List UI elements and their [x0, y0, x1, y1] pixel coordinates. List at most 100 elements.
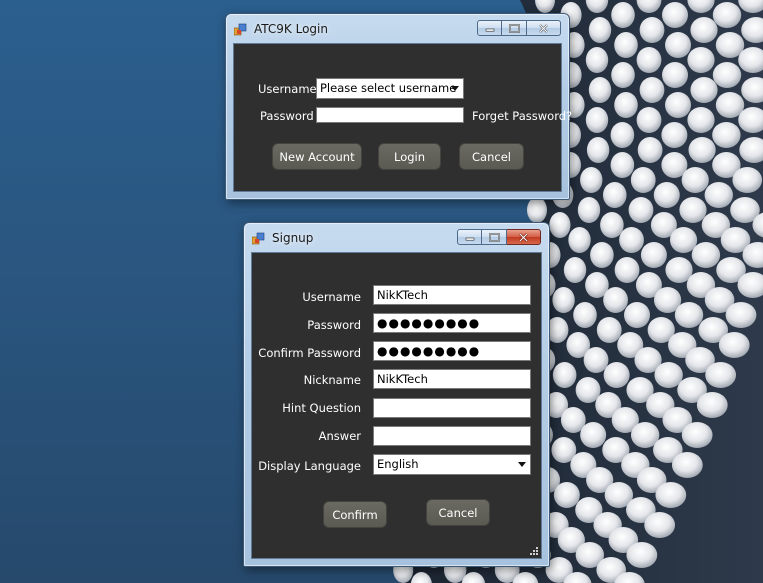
- confirm-button[interactable]: Confirm: [323, 501, 387, 528]
- login-button[interactable]: Login: [378, 143, 441, 170]
- password-field[interactable]: [316, 107, 464, 123]
- signup-restore-button[interactable]: [482, 229, 507, 245]
- forget-password-link[interactable]: Forget Password?: [472, 109, 572, 123]
- wallpaper-disc: [690, 17, 718, 43]
- wallpaper-disc: [603, 362, 630, 388]
- wallpaper-disc: [679, 197, 707, 223]
- signup-username-field[interactable]: NikKTech: [373, 285, 531, 305]
- display-language-dropdown[interactable]: English: [373, 454, 531, 475]
- signup-password-field[interactable]: ●●●●●●●●●: [373, 313, 531, 333]
- wallpaper-disc: [712, 2, 742, 28]
- app-icon: [234, 23, 247, 36]
- restore-icon: [508, 23, 520, 33]
- wallpaper-disc: [690, 77, 718, 103]
- wallpaper-disc: [585, 47, 609, 73]
- display-language-label: Display Language: [258, 459, 361, 473]
- signup-minimize-button[interactable]: [457, 229, 482, 245]
- wallpaper-disc: [553, 482, 580, 508]
- nickname-label: Nickname: [303, 373, 361, 387]
- answer-field[interactable]: [373, 426, 531, 446]
- username-label: Username: [258, 82, 317, 96]
- signup-caption-buttons: [457, 229, 541, 246]
- wallpaper-disc: [653, 182, 680, 208]
- wallpaper-disc: [640, 242, 667, 268]
- wallpaper-disc: [681, 167, 709, 193]
- wallpaper-disc: [655, 482, 687, 508]
- signup-cancel-button[interactable]: Cancel: [426, 499, 490, 526]
- login-window: ATC9K Login Username Please select usern…: [225, 13, 572, 200]
- signup-username-label: Username: [302, 290, 361, 304]
- wallpaper-disc: [705, 362, 737, 388]
- hint-question-label: Hint Question: [282, 401, 361, 415]
- confirm-password-label: Confirm Password: [258, 346, 361, 360]
- wallpaper-disc: [552, 287, 575, 313]
- wallpaper-disc: [712, 122, 741, 148]
- wallpaper-disc: [614, 257, 640, 283]
- minimize-icon: [465, 237, 474, 241]
- restore-icon: [488, 232, 500, 242]
- login-cancel-button[interactable]: Cancel: [459, 143, 524, 170]
- wallpaper-disc: [563, 257, 587, 283]
- wallpaper-disc: [671, 452, 703, 478]
- wallpaper-disc: [665, 32, 691, 58]
- confirm-password-field[interactable]: ●●●●●●●●●: [373, 341, 531, 361]
- signup-window-title: Signup: [272, 231, 314, 245]
- close-icon: [519, 232, 528, 242]
- wallpaper-disc: [568, 227, 591, 253]
- dropdown-arrow-icon: [451, 86, 459, 91]
- hint-question-field[interactable]: [373, 398, 531, 418]
- new-account-button[interactable]: New Account: [272, 143, 362, 170]
- wallpaper-disc: [614, 32, 638, 58]
- wallpaper-disc: [585, 107, 609, 133]
- wallpaper-disc: [639, 77, 665, 103]
- wallpaper-disc: [586, 137, 610, 163]
- login-title-bar[interactable]: ATC9K Login: [226, 14, 569, 42]
- wallpaper-disc: [588, 17, 612, 43]
- signup-client-area: Username NikKTech Password ●●●●●●●●● Con…: [251, 252, 542, 559]
- wallpaper-disc: [628, 197, 654, 223]
- signup-window: Signup Username NikKTech Password ●●●●●●…: [243, 222, 550, 567]
- close-icon: [539, 23, 548, 33]
- wallpaper-disc: [577, 197, 601, 223]
- wallpaper-disc: [691, 242, 721, 268]
- wallpaper-disc: [681, 422, 713, 448]
- wallpaper-disc: [712, 62, 742, 88]
- login-close-button[interactable]: [527, 20, 561, 36]
- signup-close-button[interactable]: [507, 229, 541, 245]
- wallpaper-disc: [580, 422, 607, 448]
- wallpaper-disc: [636, 107, 662, 133]
- wallpaper-disc: [603, 287, 628, 313]
- wallpaper-disc: [639, 17, 665, 43]
- signup-title-bar[interactable]: Signup: [244, 223, 549, 251]
- wallpaper-disc: [665, 92, 691, 118]
- wallpaper-disc: [611, 2, 635, 28]
- login-minimize-button[interactable]: [477, 20, 502, 36]
- minimize-icon: [485, 28, 494, 32]
- wallpaper-disc: [688, 137, 716, 163]
- dropdown-arrow-icon: [518, 462, 526, 467]
- signup-password-label: Password: [307, 318, 361, 332]
- login-window-title: ATC9K Login: [254, 22, 328, 36]
- username-dropdown[interactable]: Please select username: [316, 78, 464, 99]
- wallpaper-disc: [626, 542, 658, 568]
- nickname-field[interactable]: NikKTech: [373, 369, 531, 389]
- wallpaper-disc: [588, 77, 612, 103]
- wallpaper-disc: [549, 212, 571, 238]
- login-restore-button[interactable]: [502, 20, 527, 36]
- wallpaper-disc: [636, 47, 662, 73]
- wallpaper-disc: [661, 122, 688, 148]
- username-dropdown-value: Please select username: [320, 81, 457, 95]
- wallpaper-disc: [619, 227, 644, 253]
- password-label: Password: [260, 109, 314, 123]
- wallpaper-disc: [596, 317, 622, 343]
- wallpaper-disc: [662, 2, 688, 28]
- wallpaper-disc: [630, 167, 656, 193]
- wallpaper-disc: [732, 167, 763, 193]
- wallpaper-disc: [526, 197, 547, 223]
- wallpaper-disc: [552, 362, 577, 388]
- wallpaper-disc: [637, 137, 663, 163]
- wallpaper-disc: [583, 347, 609, 373]
- wallpaper-disc: [669, 227, 698, 253]
- wallpaper-disc: [602, 182, 627, 208]
- resize-grip-icon[interactable]: [529, 546, 539, 556]
